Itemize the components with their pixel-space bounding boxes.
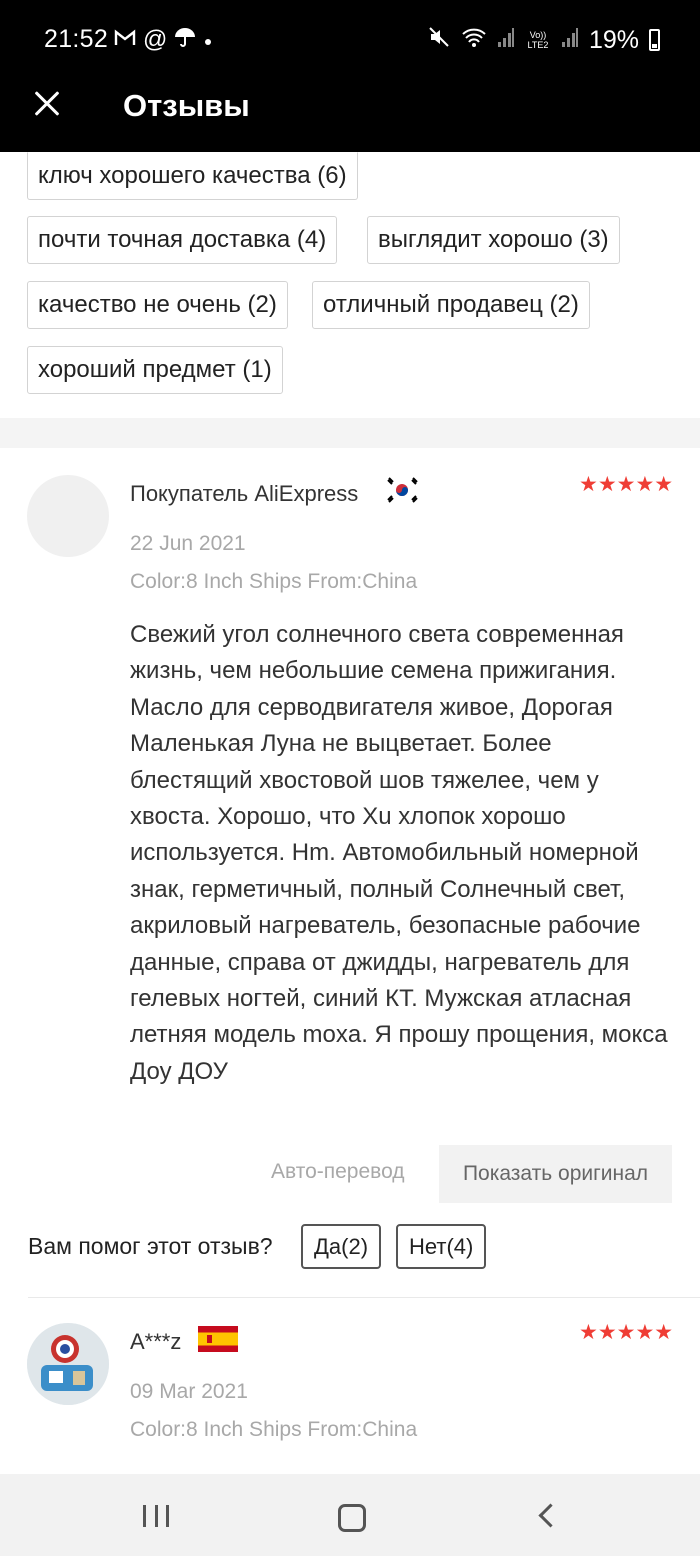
mute-icon [427, 25, 451, 55]
recent-apps-icon[interactable] [143, 1505, 169, 1527]
helpful-yes-button[interactable]: Да(2) [301, 1224, 382, 1269]
spain-flag-icon [198, 1326, 238, 1357]
gmail-icon [114, 27, 136, 53]
helpful-no-button[interactable]: Нет(4) [396, 1224, 487, 1269]
top-bar: 21:52 @ Vo)) LTE2 19% Отзывы [0, 0, 700, 152]
tag-chip[interactable]: качество не очень (2) [27, 281, 288, 329]
wifi-icon [461, 26, 487, 54]
status-time: 21:52 [44, 25, 109, 53]
system-nav-bar [0, 1474, 700, 1556]
status-left-icons: @ [114, 26, 213, 54]
reviewer-name: Покупатель AliExpress [130, 481, 359, 506]
close-icon[interactable] [32, 88, 64, 120]
review-date: 22 Jun 2021 [130, 532, 246, 555]
at-icon: @ [143, 26, 168, 53]
umbrella-icon [174, 26, 196, 54]
dot-icon [203, 27, 213, 53]
battery-icon [649, 29, 660, 51]
battery-level: 19% [588, 25, 639, 54]
avatar [27, 475, 109, 557]
signal-icon [497, 26, 515, 54]
review-tags: ключ хорошего качества (6) почти точная … [0, 152, 700, 418]
review-text: Свежий угол солнечного света современная… [130, 621, 668, 1085]
tag-chip[interactable]: ключ хорошего качества (6) [27, 152, 358, 200]
status-right-icons: Vo)) LTE2 19% [427, 25, 660, 55]
review-date: 09 Mar 2021 [130, 1380, 248, 1403]
tag-chip[interactable]: почти точная доставка (4) [27, 216, 338, 264]
volte-icon: Vo)) LTE2 [527, 30, 549, 50]
auto-translate-label: Авто-перевод [271, 1160, 405, 1183]
review-variant: Color:8 Inch Ships From:China [130, 570, 418, 593]
tag-chip[interactable]: отличный продавец (2) [312, 281, 590, 329]
page-title: Отзывы [123, 88, 250, 123]
review-divider [28, 1297, 700, 1298]
signal-icon-2 [561, 26, 579, 54]
back-icon[interactable] [538, 1503, 563, 1528]
section-divider [0, 418, 700, 448]
review-variant: Color:8 Inch Ships From:China [130, 1418, 418, 1441]
reviewer-name: A***z [130, 1329, 182, 1354]
helpful-question: Вам помог этот отзыв? [28, 1233, 273, 1259]
rating-stars: ★★★★★ [579, 1321, 674, 1344]
avatar [27, 1323, 109, 1405]
home-icon[interactable] [338, 1504, 366, 1532]
show-original-button[interactable]: Показать оригинал [439, 1145, 672, 1203]
rating-stars: ★★★★★ [579, 473, 674, 496]
tag-chip[interactable]: хороший предмет (1) [27, 346, 283, 394]
tag-chip[interactable]: выглядит хорошо (3) [367, 216, 620, 264]
south-korea-flag-icon [386, 476, 418, 509]
